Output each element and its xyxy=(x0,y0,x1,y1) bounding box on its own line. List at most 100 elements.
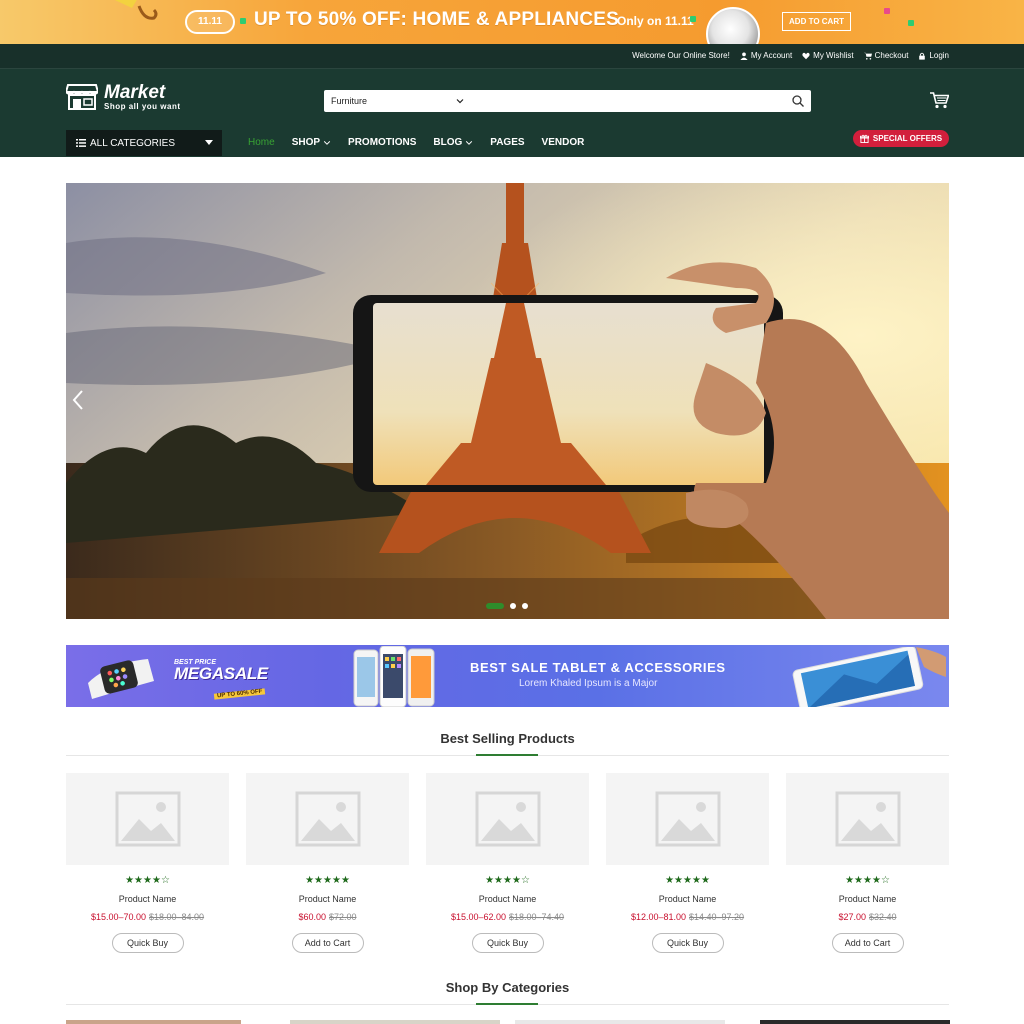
slider-dot[interactable] xyxy=(522,603,528,609)
storefront-icon xyxy=(66,84,98,110)
search-bar: Furniture xyxy=(324,90,811,112)
slider-dot[interactable] xyxy=(510,603,516,609)
product-image[interactable] xyxy=(246,773,409,865)
logo-name: Market xyxy=(104,81,166,103)
welcome-text: Welcome Our Online Store! xyxy=(632,51,730,60)
promo-add-to-cart-button[interactable]: ADD TO CART xyxy=(782,12,851,31)
image-placeholder-icon xyxy=(115,791,180,847)
product-price: $15.00–70.00 $18.00–84.00 xyxy=(66,912,229,922)
product-card[interactable]: ★★★★★ Product Name $60.00 $72.00 Add to C… xyxy=(246,773,409,953)
chevron-down-icon xyxy=(466,140,473,145)
product-card[interactable]: ★★★★☆ Product Name $15.00–70.00 $18.00–84… xyxy=(66,773,229,953)
product-image[interactable] xyxy=(426,773,589,865)
search-icon[interactable] xyxy=(791,94,805,108)
checkout-link[interactable]: Checkout xyxy=(863,51,908,60)
image-placeholder-icon xyxy=(835,791,900,847)
current-price: $60.00 xyxy=(298,912,326,922)
best-selling-title: Best Selling Products xyxy=(440,731,575,746)
product-image[interactable] xyxy=(606,773,769,865)
rating-stars: ★★★★☆ xyxy=(485,875,530,886)
site-header: Market Shop all you want Furniture ALL C… xyxy=(0,69,1024,157)
slider-dot[interactable] xyxy=(486,603,504,609)
product-image[interactable] xyxy=(786,773,949,865)
heart-icon xyxy=(802,52,810,59)
main-nav: Home SHOP PROMOTIONS BLOG PAGES VENDOR xyxy=(248,137,584,148)
all-categories-label: ALL CATEGORIES xyxy=(90,137,176,149)
quick-buy-button[interactable]: Quick Buy xyxy=(111,933,184,953)
megasale-label: MEGASALE xyxy=(174,664,268,683)
tablet-image xyxy=(792,647,946,707)
banner-title: BEST SALE TABLET & ACCESSORIES xyxy=(470,660,726,675)
product-image[interactable] xyxy=(66,773,229,865)
nav-item-label: SHOP xyxy=(291,137,321,148)
add-to-cart-button[interactable]: Add to Cart xyxy=(831,933,904,953)
cart-icon[interactable] xyxy=(930,92,949,109)
nav-item-label: VENDOR xyxy=(541,137,585,148)
promo-banner[interactable]: 11.11 UP TO 50% OFF: HOME & APPLIANCES O… xyxy=(0,0,1024,44)
hero-slider[interactable] xyxy=(66,183,949,619)
promo-badge: 11.11 xyxy=(185,10,235,34)
my-wishlist-link[interactable]: My Wishlist xyxy=(802,51,854,60)
product-card[interactable]: ★★★★☆ Product Name $27.00 $32.40 Add to C… xyxy=(786,773,949,953)
product-price: $27.00 $32.40 xyxy=(786,912,949,922)
nav-item-shop[interactable]: SHOP xyxy=(292,137,331,148)
special-offers-label: SPECIAL OFFERS xyxy=(872,134,943,143)
old-price: $18.00–74.40 xyxy=(509,912,565,922)
promo-only-on: Only on 11.11 xyxy=(617,14,694,28)
login-link[interactable]: Login xyxy=(918,51,949,60)
caret-down-icon xyxy=(205,140,213,145)
category-tile[interactable] xyxy=(760,1020,950,1024)
product-price: $12.00–81.00 $14.40–97.20 xyxy=(606,912,769,922)
old-price: $18.00–84.00 xyxy=(149,912,205,922)
megasale-badge: BEST PRICE MEGASALE UP TO 60% OFF xyxy=(174,659,268,700)
promo-headline: UP TO 50% OFF: HOME & APPLIANCES xyxy=(254,9,619,30)
product-name[interactable]: Product Name xyxy=(426,894,589,904)
lock-icon xyxy=(919,52,926,60)
current-price: $15.00–70.00 xyxy=(90,912,146,922)
current-price: $15.00–62.00 xyxy=(450,912,506,922)
product-name[interactable]: Product Name xyxy=(66,894,229,904)
nav-item-vendor[interactable]: VENDOR xyxy=(542,137,585,148)
quick-buy-button[interactable]: Quick Buy xyxy=(471,933,544,953)
product-card[interactable]: ★★★★☆ Product Name $15.00–62.00 $18.00–74… xyxy=(426,773,589,953)
product-name[interactable]: Product Name xyxy=(786,894,949,904)
nav-item-blog[interactable]: BLOG xyxy=(433,137,473,148)
tablet-accessories-banner[interactable]: BEST PRICE MEGASALE UP TO 60% OFF BEST S… xyxy=(66,645,949,707)
my-wishlist-label: My Wishlist xyxy=(813,51,854,60)
quick-buy-button[interactable]: Quick Buy xyxy=(651,933,724,953)
product-card[interactable]: ★★★★★ Product Name $12.00–81.00 $14.40–97… xyxy=(606,773,769,953)
promo-product-image xyxy=(706,7,760,44)
special-offers-button[interactable]: SPECIAL OFFERS xyxy=(853,130,949,147)
category-tile[interactable] xyxy=(290,1020,500,1024)
my-account-label: My Account xyxy=(750,51,793,60)
slider-dots xyxy=(486,603,528,609)
chevron-down-icon[interactable] xyxy=(455,96,465,106)
nav-item-promotions[interactable]: PROMOTIONS xyxy=(348,137,416,148)
category-tile[interactable] xyxy=(515,1020,725,1024)
rating-stars: ★★★★★ xyxy=(665,875,710,886)
cart-small-icon xyxy=(863,52,872,60)
image-placeholder-icon xyxy=(655,791,720,847)
all-categories-button[interactable]: ALL CATEGORIES xyxy=(66,130,222,156)
current-price: $12.00–81.00 xyxy=(630,912,686,922)
category-tile[interactable] xyxy=(66,1020,241,1024)
product-name[interactable]: Product Name xyxy=(246,894,409,904)
product-name[interactable]: Product Name xyxy=(606,894,769,904)
nav-item-label: BLOG xyxy=(433,137,463,148)
top-bar: Welcome Our Online Store! My Account My … xyxy=(0,44,1024,69)
confetti-icon xyxy=(240,18,246,24)
nav-item-home[interactable]: Home xyxy=(248,137,275,148)
search-category-select[interactable]: Furniture xyxy=(331,96,367,106)
my-account-link[interactable]: My Account xyxy=(740,51,792,60)
chevron-down-icon xyxy=(323,140,331,145)
logo-tagline: Shop all you want xyxy=(104,101,181,111)
confetti-icon xyxy=(690,16,696,22)
site-logo[interactable]: Market Shop all you want xyxy=(66,83,181,111)
login-label: Login xyxy=(929,51,949,60)
add-to-cart-button[interactable]: Add to Cart xyxy=(291,933,364,953)
current-price: $27.00 xyxy=(838,912,866,922)
slider-prev-arrow-icon[interactable] xyxy=(71,389,85,411)
section-accent-bar xyxy=(476,1003,538,1005)
nav-item-pages[interactable]: PAGES xyxy=(490,137,524,148)
search-input[interactable] xyxy=(472,92,772,110)
